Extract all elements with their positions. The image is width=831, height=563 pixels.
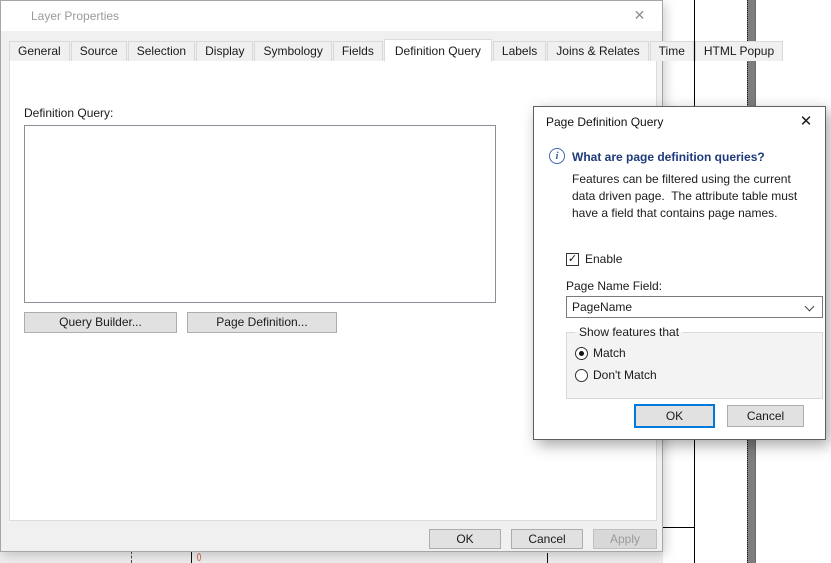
help-body: Features can be filtered using the curre… [572,171,824,222]
tab-source[interactable]: Source [70,41,127,61]
tab-fields[interactable]: Fields [332,41,383,61]
page-definition-query-title: Page Definition Query [546,115,664,129]
tab-display[interactable]: Display [196,41,254,61]
screen: ⟨⟩ Layer Properties ✕ General Source Sel… [0,0,831,563]
help-body-line: Features can be filtered using the curre… [572,172,791,186]
page-name-field-value: PageName [572,300,633,314]
chevron-down-icon[interactable] [804,301,815,312]
window-bottom-shadow [0,552,663,563]
enable-label: Enable [585,252,623,266]
tab-time[interactable]: Time [649,41,694,61]
help-body-line: data driven page. The attribute table mu… [572,189,798,203]
show-features-label: Show features that [579,325,680,339]
layer-properties-title: Layer Properties [31,9,120,23]
map-vertical-line [191,552,192,563]
layer-properties-tab-strip: General Source Selection Display Symbolo… [9,38,784,62]
enable-checkbox[interactable]: ✓ [566,252,579,266]
page-name-field-label: Page Name Field: [566,279,663,293]
map-horizontal-line [662,527,695,528]
close-icon[interactable]: ✕ [617,1,662,30]
tab-symbology[interactable]: Symbology [254,41,332,61]
cancel-button[interactable]: Cancel [511,529,583,549]
definition-query-input[interactable] [24,125,496,303]
help-heading: What are page definition queries? [572,150,765,164]
tab-selection[interactable]: Selection [127,41,196,61]
query-builder-button[interactable]: Query Builder... [24,312,177,333]
map-dashed-line [131,551,132,563]
layer-properties-titlebar: Layer Properties ✕ [1,1,662,31]
show-features-groupbox: Show features that Match Don't Match [566,325,823,399]
tab-html-popup[interactable]: HTML Popup [694,41,784,61]
tab-joins-relates[interactable]: Joins & Relates [547,41,649,61]
match-radio-label: Match [593,346,626,360]
radio-row-match: Match [575,345,816,361]
info-icon: i [549,148,565,164]
page-definition-button[interactable]: Page Definition... [187,312,337,333]
enable-checkbox-row: ✓ Enable [566,252,622,266]
map-symbol-fragment: ⟨⟩ [196,552,202,562]
radio-row-dont-match: Don't Match [575,367,816,383]
dont-match-radio-label: Don't Match [593,368,657,382]
close-icon[interactable]: ✕ [795,111,817,133]
tab-general[interactable]: General [9,41,70,61]
help-body-line: have a field that contains page names. [572,206,778,220]
cancel-button[interactable]: Cancel [727,405,804,427]
dont-match-radio[interactable] [575,368,588,382]
page-definition-query-dialog: Page Definition Query ✕ i What are page … [533,106,826,440]
apply-button-disabled: Apply [593,529,657,549]
tab-labels[interactable]: Labels [492,41,547,61]
tab-definition-query[interactable]: Definition Query [383,39,492,62]
match-radio[interactable] [575,346,588,360]
ok-button[interactable]: OK [429,529,501,549]
map-vertical-line-2 [547,553,548,563]
page-name-field-combobox[interactable]: PageName [566,296,823,318]
ok-button[interactable]: OK [634,404,715,428]
definition-query-label: Definition Query: [24,106,114,120]
